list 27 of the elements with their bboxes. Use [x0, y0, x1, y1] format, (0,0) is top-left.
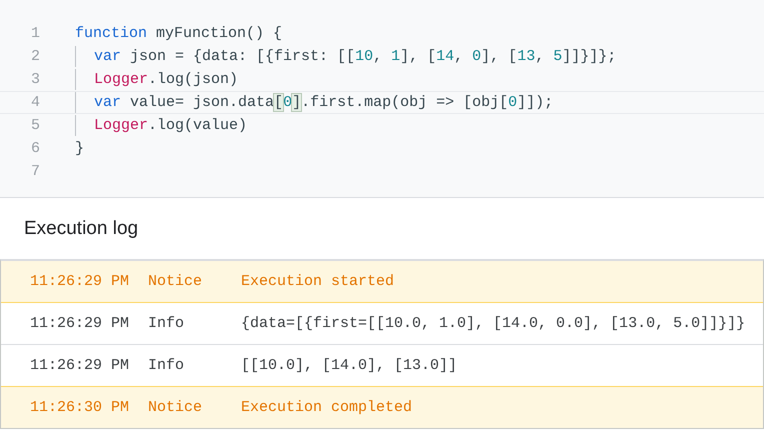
code-line: var json = {data: [{first: [[10, 1], [14, 0], [13, 5]]}]}; [94, 48, 616, 65]
log-message: [[10.0], [14.0], [13.0]] [241, 357, 458, 374]
log-time: 11:26:29 PM [30, 315, 130, 332]
code-line: Logger.log(value) [94, 117, 248, 134]
log-level: Notice [148, 273, 204, 290]
line-number: 2 [30, 48, 41, 65]
log-message: Execution started [241, 273, 394, 290]
log-level: Info [148, 357, 186, 374]
code-line: function myFunction() { [75, 25, 282, 42]
code-line: Logger.log(json) [94, 71, 238, 88]
line-number: 6 [30, 140, 41, 157]
code-editor[interactable]: 1 function myFunction() { 2 var json = {data: [{first: [[10, 1], [14, 0], [13, 5]]}]}; 3 Logger.log(json) 4 var value= json.data[0].first.map(obj => [obj[0]]); 5 Logger.log(value) 6 } 7 [0, 0, 764, 198]
log-level: Notice [148, 399, 204, 416]
line-number: 7 [30, 163, 41, 180]
line-number: 1 [30, 25, 41, 42]
log-message: {data=[{first=[[10.0, 1.0], [14.0, 0.0], [13.0, 5.0]]}]} [241, 315, 746, 332]
log-time: 11:26:30 PM [30, 399, 130, 416]
line-number: 5 [30, 117, 41, 134]
code-line: var value= json.data[0].first.map(obj => [obj[0]]); [94, 94, 554, 111]
line-number: 3 [30, 71, 41, 88]
log-time: 11:26:29 PM [30, 273, 130, 290]
log-message: Execution completed [241, 399, 412, 416]
log-level: Info [148, 315, 186, 332]
section-title: Execution log [23, 217, 140, 241]
log-time: 11:26:29 PM [30, 357, 130, 374]
code-line: } [75, 140, 84, 157]
line-number: 4 [30, 94, 41, 111]
